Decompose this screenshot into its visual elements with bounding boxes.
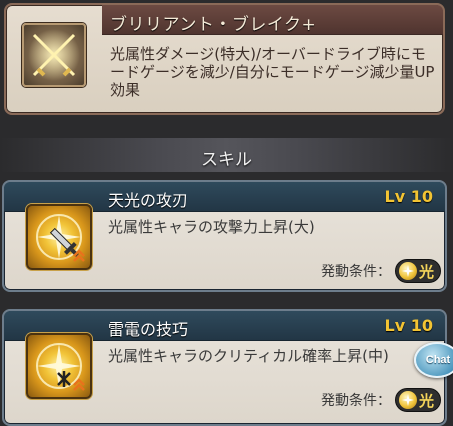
crossed-swords-icon bbox=[22, 23, 86, 87]
skill-name: 雷電の技巧 bbox=[108, 320, 189, 339]
skills-section-header: スキル bbox=[0, 138, 453, 172]
chat-button[interactable]: Chat bbox=[414, 342, 453, 378]
skill-card-2[interactable]: 雷電の技巧 Lv 10 光属性キャラのクリティカル確率上昇(中) 発動条件： 光 bbox=[2, 309, 447, 426]
skill-name: 天光の攻刃 bbox=[108, 191, 189, 210]
ability-description: 光属性ダメージ(特大)/オーバードライブ時にモードゲージを減少/自分にモードゲー… bbox=[110, 45, 435, 99]
chat-label: Chat bbox=[425, 354, 451, 366]
ability-card[interactable]: ブリリアント・ブレイク+ 光属性ダメージ(特大)/オーバードライブ時にモードゲー… bbox=[4, 3, 445, 115]
light-element-icon bbox=[398, 262, 417, 280]
skill-card-1[interactable]: 天光の攻刃 Lv 10 光属性キャラの攻撃力上昇(大) 発動条件： 光 bbox=[2, 180, 447, 292]
skill-description: 光属性キャラのクリティカル確率上昇(中) bbox=[108, 347, 389, 365]
element-badge: 光 bbox=[394, 259, 441, 283]
section-label: スキル bbox=[201, 150, 252, 170]
ability-title: ブリリアント・ブレイク+ bbox=[110, 15, 317, 35]
element-text: 光 bbox=[418, 262, 434, 281]
element-badge: 光 bbox=[394, 388, 441, 412]
element-text: 光 bbox=[418, 391, 434, 410]
skill-description: 光属性キャラの攻撃力上昇(大) bbox=[108, 218, 315, 236]
skill-level: Lv 10 bbox=[384, 316, 433, 335]
activation-condition: 発動条件： 光 bbox=[321, 387, 441, 413]
sparkle-arrow-icon bbox=[26, 333, 92, 399]
condition-label: 発動条件： bbox=[320, 264, 391, 280]
condition-label: 発動条件： bbox=[320, 393, 391, 409]
activation-condition: 発動条件： 光 bbox=[321, 258, 441, 284]
light-element-icon bbox=[398, 391, 417, 409]
sword-arrow-icon bbox=[26, 204, 92, 270]
skill-level: Lv 10 bbox=[384, 187, 433, 206]
